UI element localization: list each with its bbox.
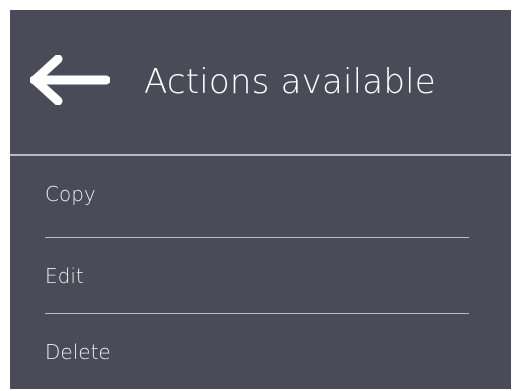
menu-item-copy[interactable]: Copy [45, 156, 469, 233]
actions-panel: Actions available Copy Edit Delete [10, 10, 511, 389]
actions-menu: Copy Edit Delete [10, 156, 511, 389]
menu-item-delete[interactable]: Delete [45, 314, 469, 391]
panel-header: Actions available [10, 10, 511, 155]
menu-item-label: Copy [45, 182, 96, 206]
menu-item-label: Edit [45, 264, 84, 288]
menu-item-label: Delete [45, 340, 111, 364]
page-title: Actions available [144, 62, 436, 102]
menu-item-edit[interactable]: Edit [45, 238, 469, 315]
back-button[interactable] [30, 55, 110, 105]
arrow-left-icon [30, 55, 110, 105]
